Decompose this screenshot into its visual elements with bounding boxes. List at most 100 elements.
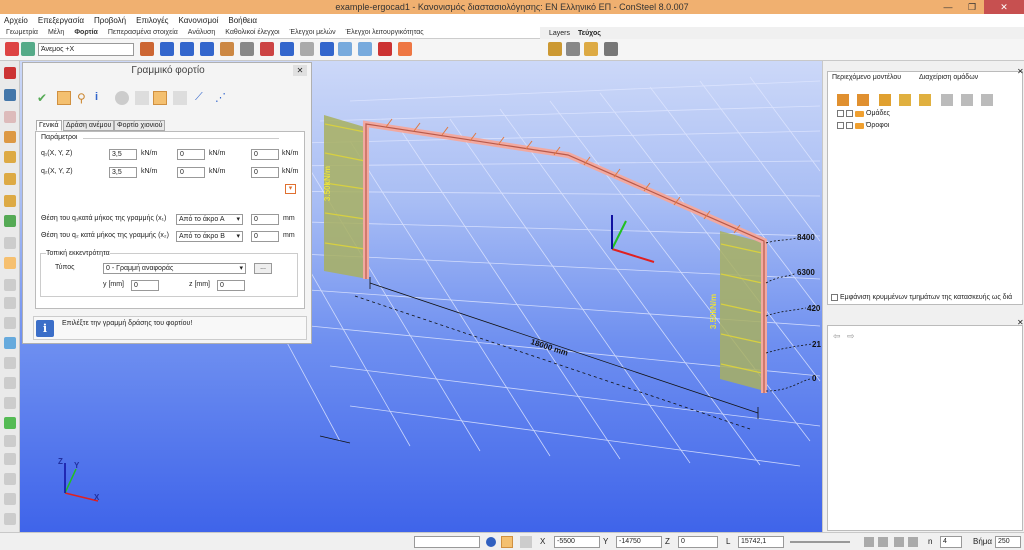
active-view-icon[interactable] bbox=[4, 257, 16, 269]
crane-icon[interactable] bbox=[378, 42, 392, 56]
forward-arrow-icon[interactable]: ⇨ bbox=[847, 331, 855, 342]
line-load-tool-icon[interactable] bbox=[153, 91, 167, 105]
point-load-icon[interactable] bbox=[140, 42, 154, 56]
new-subgroup-icon[interactable] bbox=[857, 94, 869, 106]
q2-z-input[interactable]: 0 bbox=[251, 167, 279, 178]
temperature-icon[interactable] bbox=[260, 42, 274, 56]
tree-item-groups[interactable]: Ομάδες bbox=[837, 110, 890, 117]
dimension-view-icon[interactable] bbox=[4, 377, 16, 389]
tab-global-checks[interactable]: Καθολικοί έλεγχοι bbox=[225, 29, 279, 36]
displacement-icon[interactable] bbox=[280, 42, 294, 56]
moment-icon[interactable] bbox=[240, 42, 254, 56]
box-view-icon[interactable] bbox=[4, 131, 16, 143]
dialog-close-button[interactable]: ✕ bbox=[293, 65, 307, 76]
grid-snap-icon[interactable] bbox=[864, 537, 874, 547]
globe-icon[interactable] bbox=[486, 537, 496, 547]
copy-icon[interactable] bbox=[173, 91, 187, 105]
line-select-icon[interactable] bbox=[135, 91, 149, 105]
report-settings-icon[interactable] bbox=[604, 42, 618, 56]
moving-load-icon[interactable] bbox=[358, 42, 372, 56]
z-coordinate[interactable]: 0 bbox=[678, 536, 718, 548]
tab-finite-elements[interactable]: Πεπερασμένα στοιχεία bbox=[108, 29, 178, 36]
show-icon[interactable] bbox=[4, 493, 16, 505]
position-q2-input[interactable]: 0 bbox=[251, 231, 279, 242]
divisions-input[interactable]: 4 bbox=[940, 536, 962, 548]
surface-load-icon[interactable] bbox=[180, 42, 194, 56]
tab-report[interactable]: Τεύχος bbox=[578, 30, 601, 37]
undo-icon[interactable] bbox=[4, 89, 16, 101]
y-ecc-input[interactable]: 0 bbox=[131, 280, 159, 291]
menu-help[interactable]: Βοήθεια bbox=[228, 16, 257, 25]
q2-y-input[interactable]: 0 bbox=[177, 167, 205, 178]
frame-view-icon[interactable] bbox=[4, 297, 16, 309]
tree-item-floors[interactable]: Όροφοι bbox=[837, 122, 889, 129]
position-q1-input[interactable]: 0 bbox=[251, 214, 279, 225]
segment-icon[interactable]: ⟋ bbox=[195, 91, 209, 105]
group-settings-icon[interactable] bbox=[981, 94, 993, 106]
polyline-icon[interactable]: ⋰ bbox=[215, 91, 229, 105]
force-icon[interactable] bbox=[300, 42, 314, 56]
menu-edit[interactable]: Επεξεργασία bbox=[38, 16, 84, 25]
tab-wind-action[interactable]: Δράση ανέμου bbox=[63, 120, 115, 131]
groups-visibility-checkbox[interactable] bbox=[846, 110, 853, 117]
z-ecc-input[interactable]: 0 bbox=[217, 280, 245, 291]
end-snap-icon[interactable] bbox=[908, 537, 918, 547]
menu-file[interactable]: Αρχείο bbox=[4, 16, 28, 25]
move-icon[interactable] bbox=[4, 111, 16, 123]
grid-load-icon[interactable] bbox=[338, 42, 352, 56]
node-snap-icon[interactable] bbox=[878, 537, 888, 547]
show-hidden-row[interactable]: Εμφάνιση κρυμμένων τμημάτων της κατασκευ… bbox=[831, 294, 1012, 301]
type-browse-button[interactable]: ... bbox=[254, 263, 272, 274]
filter-icon[interactable] bbox=[4, 435, 16, 447]
length-value[interactable]: 15742,1 bbox=[738, 536, 784, 548]
wind-load-icon[interactable] bbox=[200, 42, 214, 56]
tab-analysis[interactable]: Ανάλυση bbox=[188, 29, 215, 36]
tab-snow-load[interactable]: Φορτίο χιονιού bbox=[114, 120, 166, 131]
cube-view-icon[interactable] bbox=[4, 151, 16, 163]
ortho-icon[interactable] bbox=[520, 536, 532, 548]
q1-z-input[interactable]: 0 bbox=[251, 149, 279, 160]
tab-members[interactable]: Μέλη bbox=[48, 29, 64, 36]
support-load-icon[interactable] bbox=[320, 42, 334, 56]
move-up-icon[interactable] bbox=[941, 94, 953, 106]
new-group-icon[interactable] bbox=[837, 94, 849, 106]
plane-view-icon[interactable] bbox=[4, 237, 16, 249]
snow-load-icon[interactable] bbox=[220, 42, 234, 56]
report-icon[interactable] bbox=[584, 42, 598, 56]
position-q2-select[interactable]: Από το άκρο Β bbox=[176, 231, 243, 242]
step-input[interactable]: 250 bbox=[995, 536, 1021, 548]
load-group-icon[interactable] bbox=[21, 42, 35, 56]
node-view-icon[interactable] bbox=[4, 337, 16, 349]
load-case-icon[interactable] bbox=[5, 42, 19, 56]
tab-layers[interactable]: Layers bbox=[549, 30, 570, 37]
close-window-button[interactable]: ✕ bbox=[984, 0, 1024, 14]
open-group-icon[interactable] bbox=[879, 94, 891, 106]
add-star-icon[interactable] bbox=[919, 94, 931, 106]
pointer-icon[interactable] bbox=[57, 91, 71, 105]
command-input[interactable] bbox=[414, 536, 480, 548]
wire-view-icon[interactable] bbox=[4, 317, 16, 329]
fire-icon[interactable] bbox=[398, 42, 412, 56]
shaded-view-icon[interactable] bbox=[4, 173, 16, 185]
layer-view-icon[interactable] bbox=[566, 42, 580, 56]
select-icon[interactable] bbox=[4, 453, 16, 465]
pick-icon[interactable]: ⚲ bbox=[77, 91, 91, 105]
line-load-icon[interactable] bbox=[160, 42, 174, 56]
sphere-icon[interactable] bbox=[115, 91, 129, 105]
layers-icon[interactable] bbox=[548, 42, 562, 56]
confirm-icon[interactable]: ✔ bbox=[37, 91, 51, 105]
menu-codes[interactable]: Κανονισμοί bbox=[179, 16, 219, 25]
q2-x-input[interactable]: 3,5 bbox=[109, 167, 137, 178]
snap-icon[interactable] bbox=[501, 536, 513, 548]
chart-view-icon[interactable] bbox=[4, 215, 16, 227]
x-coordinate[interactable]: -5500 bbox=[554, 536, 600, 548]
zoom-slider[interactable] bbox=[790, 541, 850, 543]
check-icon[interactable] bbox=[4, 417, 16, 429]
back-arrow-icon[interactable]: ⇦ bbox=[833, 331, 841, 342]
position-q1-select[interactable]: Από το άκρο Α bbox=[176, 214, 243, 225]
tab-serviceability-checks[interactable]: Έλεγχοι λειτουργικότητας bbox=[346, 29, 424, 36]
expand-icon[interactable]: ▾ bbox=[285, 184, 296, 194]
floors-visibility-checkbox[interactable] bbox=[846, 122, 853, 129]
render-icon[interactable] bbox=[4, 513, 16, 525]
mid-snap-icon[interactable] bbox=[894, 537, 904, 547]
